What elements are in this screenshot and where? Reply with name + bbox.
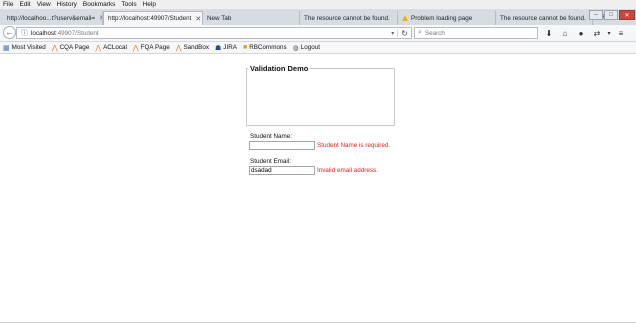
- tab-label: New Tab: [207, 14, 232, 22]
- window-controls: – □ ✕: [588, 10, 635, 20]
- url-path: :49907/Student: [55, 29, 99, 37]
- bookmark-label: SandBox: [183, 44, 210, 51]
- tab-label: The resource cannot be found.: [500, 14, 586, 22]
- tab-3[interactable]: New Tab: [203, 11, 300, 25]
- tab-label: The resource cannot be found.: [304, 14, 390, 22]
- a-logo-icon: ⋀: [51, 44, 58, 52]
- back-button[interactable]: ←: [3, 26, 16, 39]
- info-icon[interactable]: ⓘ: [21, 28, 28, 38]
- menu-file[interactable]: File: [0, 1, 16, 8]
- warning-icon: [402, 15, 408, 21]
- bookmark-most-visited[interactable]: ▦ Most Visited: [3, 44, 46, 52]
- minimize-button[interactable]: –: [589, 10, 603, 20]
- bookmark-label: ACLocal: [103, 44, 127, 51]
- a-logo-icon: ⋀: [132, 44, 139, 52]
- menu-bar: File Edit View History Bookmarks Tools H…: [0, 0, 636, 9]
- chat-icon[interactable]: ●: [573, 29, 589, 38]
- jira-icon: ☗: [215, 44, 222, 52]
- globe-icon: ◍: [292, 44, 299, 52]
- menu-bookmarks[interactable]: Bookmarks: [80, 1, 119, 8]
- close-tab-icon[interactable]: ✕: [191, 15, 201, 23]
- student-email-input[interactable]: [249, 166, 315, 175]
- menu-history[interactable]: History: [54, 1, 80, 8]
- menu-help[interactable]: Help: [140, 1, 159, 8]
- bookmark-fqa-page[interactable]: ⋀ FQA Page: [133, 44, 170, 52]
- menu-view[interactable]: View: [34, 1, 54, 8]
- toolbar-icons: ⬇ ⌂ ● ⇄ ▾ ≡: [541, 27, 629, 39]
- reload-icon[interactable]: ↻: [397, 28, 411, 38]
- bookmark-label: JIRA: [223, 44, 237, 51]
- bookmark-cqa-page[interactable]: ⋀ CQA Page: [52, 44, 90, 52]
- search-input[interactable]: [424, 29, 525, 37]
- bookmark-label: Logout: [300, 44, 321, 51]
- tab-2-active[interactable]: http://localhost:49907/Student ✕: [103, 11, 203, 25]
- maximize-button[interactable]: □: [604, 10, 618, 20]
- search-bar[interactable]: ⌕: [414, 27, 538, 39]
- tab-strip: http://localhoo...t?userv&email= ✕ http:…: [0, 9, 636, 26]
- menu-tools[interactable]: Tools: [118, 1, 139, 8]
- tab-5[interactable]: Problem loading page: [398, 11, 496, 25]
- back-arrow-icon: ←: [5, 28, 14, 37]
- student-name-label: Student Name:: [250, 133, 293, 140]
- bookmark-label: CQA Page: [59, 44, 90, 51]
- menu-edit[interactable]: Edit: [16, 1, 33, 8]
- bookmark-label: Most Visited: [11, 44, 46, 51]
- tab-label: http://localhost:49907/Student: [108, 15, 192, 22]
- bookmark-logout[interactable]: ◍ Logout: [293, 44, 320, 52]
- url-host: localhost: [31, 29, 56, 37]
- tab-6[interactable]: The resource cannot be found.: [496, 11, 593, 25]
- bookmark-aclocal[interactable]: ⋀ ACLocal: [95, 44, 127, 52]
- bottom-border: [0, 322, 636, 323]
- hamburger-menu-icon[interactable]: ≡: [613, 29, 629, 38]
- bookmarks-toolbar: ▦ Most Visited ⋀ CQA Page ⋀ ACLocal ⋀ FQ…: [0, 42, 636, 54]
- address-bar[interactable]: ⓘ localhost:49907/Student ▾ ↻: [16, 27, 412, 39]
- bookmark-jira[interactable]: ☗ JIRA: [215, 44, 237, 52]
- search-icon: ⌕: [418, 29, 422, 36]
- tab-4[interactable]: The resource cannot be found.: [300, 11, 398, 25]
- a-logo-icon: ⋀: [175, 44, 182, 52]
- bookmark-label: FQA Page: [140, 44, 170, 51]
- bookmark-rbcommons[interactable]: ■ RBCommons: [243, 44, 287, 51]
- navigation-bar: ← ⓘ localhost:49907/Student ▾ ↻ ⌕ ⬇ ⌂ ● …: [0, 25, 636, 42]
- student-name-error: Student Name is required.: [317, 142, 391, 149]
- close-tab-icon[interactable]: ✕: [95, 14, 102, 22]
- student-name-input[interactable]: [249, 141, 315, 150]
- extension-icon[interactable]: ⇄: [589, 29, 605, 38]
- home-icon[interactable]: ⌂: [557, 29, 573, 38]
- folder-icon: ■: [242, 44, 248, 51]
- tab-1[interactable]: http://localhoo...t?userv&email= ✕: [3, 11, 103, 25]
- validation-form: Validation Demo: [246, 64, 395, 126]
- tab-label: http://localhoo...t?userv&email=: [7, 14, 96, 22]
- form-title: Validation Demo: [250, 64, 309, 73]
- download-icon[interactable]: ⬇: [541, 29, 557, 38]
- bookmark-sandbox[interactable]: ⋀ SandBox: [176, 44, 209, 52]
- bookmark-label: RBCommons: [249, 44, 287, 51]
- bookmark-icon: ▦: [3, 44, 10, 52]
- extension-dropdown-icon[interactable]: ▾: [605, 30, 613, 37]
- student-email-label: Student Email:: [250, 158, 291, 165]
- close-window-button[interactable]: ✕: [619, 10, 635, 20]
- a-logo-icon: ⋀: [95, 44, 102, 52]
- student-email-error: Invalid email address.: [317, 167, 378, 174]
- tab-label: Problem loading page: [411, 14, 473, 22]
